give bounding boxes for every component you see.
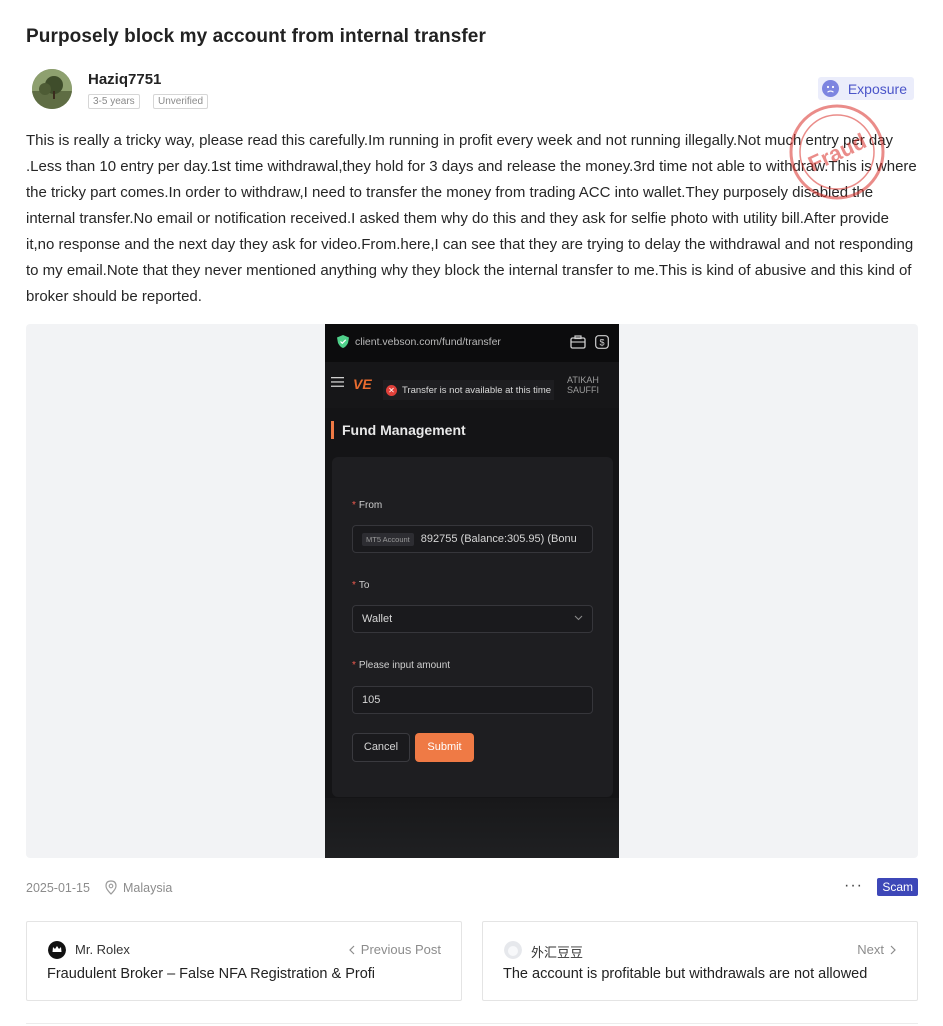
to-select[interactable]: Wallet <box>352 605 593 633</box>
scam-badge: Scam <box>877 878 918 896</box>
author-avatar[interactable] <box>32 69 72 109</box>
post-date: 2025-01-15 <box>26 881 90 895</box>
post-body: This is really a tricky way, please read… <box>26 132 917 305</box>
author-avatar-rolex <box>48 941 66 959</box>
cancel-button[interactable]: Cancel <box>352 733 410 762</box>
browser-url: client.vebson.com/fund/transfer <box>355 336 501 348</box>
post-meta: 2025-01-15 Malaysia ··· Scam <box>26 877 918 897</box>
to-select-value: Wallet <box>362 613 393 625</box>
next-post-link[interactable]: Next <box>857 942 897 957</box>
error-toast: ✕ Transfer is not available at this time <box>383 380 555 400</box>
submit-button[interactable]: Submit <box>415 733 474 762</box>
previous-post-link[interactable]: Previous Post <box>348 942 441 957</box>
author-block: Haziq7751 3-5 years Unverified Exposure <box>26 66 916 114</box>
browser-url-bar: client.vebson.com/fund/transfer $ <box>325 324 619 362</box>
exposure-badge: Exposure <box>817 77 914 100</box>
fund-management-title: Fund Management <box>331 421 466 439</box>
to-label: * To <box>352 580 370 591</box>
post-location: Malaysia <box>123 881 173 895</box>
amount-input[interactable]: 105 <box>352 686 593 714</box>
next-post-card[interactable]: 外汇豆豆 Next The account is profitable but … <box>482 921 918 1001</box>
previous-post-card[interactable]: Mr. Rolex Previous Post Fraudulent Broke… <box>26 921 462 1001</box>
from-label: * From <box>352 500 383 511</box>
dollar-icon: $ <box>595 335 609 349</box>
previous-post-author: Mr. Rolex <box>75 942 130 957</box>
location-pin-icon <box>105 880 117 895</box>
author-tag-unverified: Unverified <box>153 94 209 109</box>
briefcase-icon <box>570 335 586 349</box>
next-post-author: 外汇豆豆 <box>531 945 584 960</box>
next-post-title[interactable]: The account is profitable but withdrawal… <box>503 966 899 982</box>
svg-text:$: $ <box>599 338 604 348</box>
broker-logo: VE <box>353 376 372 392</box>
error-icon: ✕ <box>386 384 397 396</box>
error-toast-text: Transfer is not available at this time <box>402 384 552 396</box>
author-avatar-doudou <box>504 941 522 959</box>
author-tag-years: 3-5 years <box>88 94 140 109</box>
previous-post-title[interactable]: Fraudulent Broker – False NFA Registrati… <box>47 966 443 982</box>
shield-icon <box>337 335 349 348</box>
sad-face-icon <box>821 80 839 97</box>
previous-post-label: Previous Post <box>360 942 441 957</box>
next-post-label: Next <box>857 942 884 957</box>
from-select-value: 892755 (Balance:305.95) (Bonu <box>420 533 577 545</box>
author-name[interactable]: Haziq7751 <box>88 71 161 88</box>
amount-input-value: 105 <box>362 694 381 706</box>
divider <box>26 1023 918 1024</box>
exposure-label: Exposure <box>847 80 907 97</box>
chevron-down-icon <box>574 615 583 621</box>
more-options-icon[interactable]: ··· <box>844 877 863 895</box>
from-select[interactable]: MT5 Account 892755 (Balance:305.95) (Bon… <box>352 525 593 553</box>
decorative-footer-pattern <box>325 798 619 858</box>
transfer-form: * From MT5 Account 892755 (Balance:305.95… <box>332 457 613 797</box>
hamburger-menu-icon[interactable] <box>331 376 345 388</box>
chevron-right-icon <box>890 945 896 954</box>
chevron-left-icon <box>348 945 355 954</box>
amount-label: * Please input amount <box>352 660 451 671</box>
account-user-name[interactable]: ATIKAH SAUFFI <box>567 375 607 395</box>
attached-screenshot[interactable]: client.vebson.com/fund/transfer $ VE ✕ T… <box>325 324 619 858</box>
post-title: Purposely block my account from internal… <box>26 26 486 47</box>
mt5-account-tag: MT5 Account <box>362 532 414 546</box>
